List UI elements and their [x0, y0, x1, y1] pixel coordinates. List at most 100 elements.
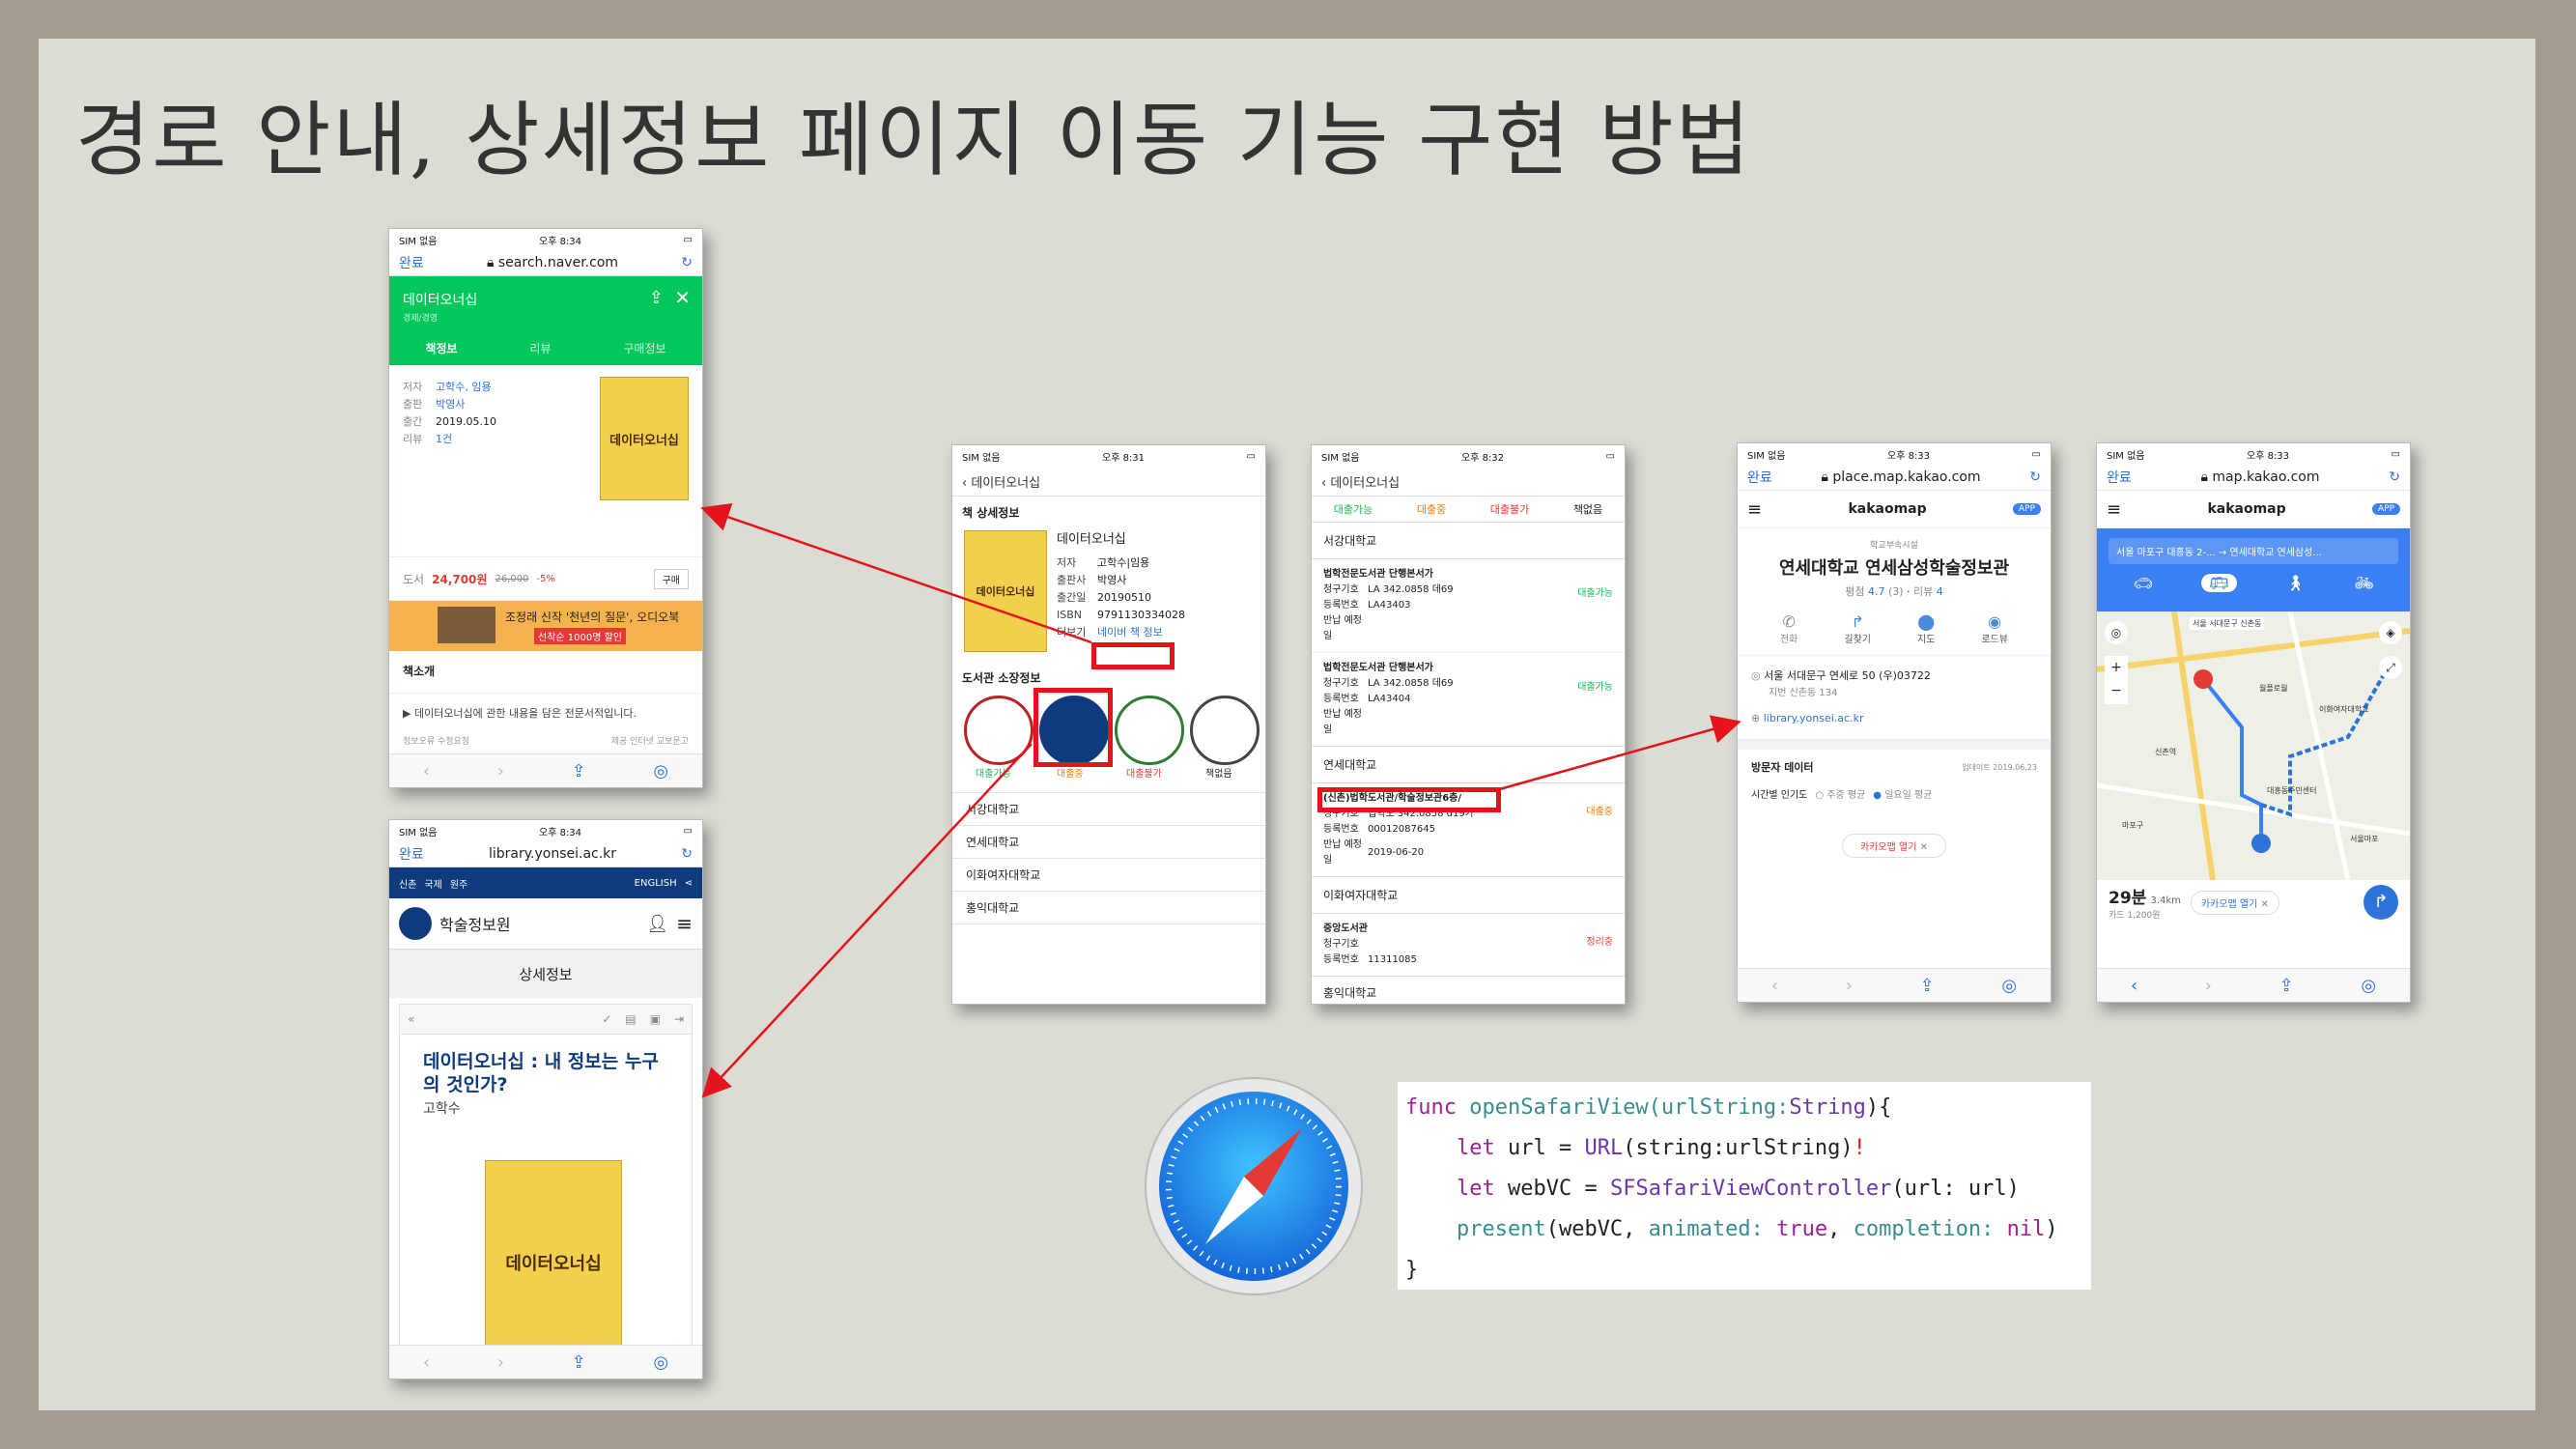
- close-icon[interactable]: ✕: [674, 286, 691, 309]
- url-bar[interactable]: 완료 🔒︎ map.kakao.com ↻: [2097, 465, 2410, 491]
- bus-icon[interactable]: 🚌︎: [2201, 574, 2237, 592]
- brand-name: 학술정보원: [439, 916, 511, 934]
- holding-row[interactable]: (신촌)법학도서관/학술정보관6층/ 청구기호 법학도 342.0858 d19가…: [1312, 783, 1625, 877]
- menu-icon[interactable]: ≡: [2107, 499, 2121, 520]
- report-error-link[interactable]: 정보오류 수정요청: [403, 734, 469, 747]
- route-map[interactable]: 서울 서대문구 신촌동 월플로월 이화여자대학교 신촌역 대흥동주민센터 마포구…: [2097, 611, 2410, 880]
- compass-icon[interactable]: ◎: [653, 1352, 668, 1373]
- call-button[interactable]: ✆ 전화: [1780, 612, 1798, 645]
- app-badge[interactable]: APP: [2012, 503, 2041, 515]
- share-icon[interactable]: ⇪: [572, 1352, 586, 1373]
- done-button[interactable]: 완료: [1747, 468, 1772, 487]
- export-icon[interactable]: ⇥: [674, 1012, 684, 1026]
- directions-button[interactable]: ↱ 길찾기: [1844, 612, 1871, 645]
- url-bar[interactable]: 완료 🔒︎ search.naver.com ↻: [389, 250, 702, 276]
- url-bar[interactable]: 완료 🔒︎ place.map.kakao.com ↻: [1738, 465, 2051, 491]
- user-icon[interactable]: 👤︎: [646, 914, 668, 934]
- campus-sinchon[interactable]: 신촌: [399, 876, 416, 891]
- naver-book-link[interactable]: 네이버 책 정보: [1097, 624, 1163, 641]
- page-title: 경로 안내, 상세정보 페이지 이동 기능 구현 방법: [75, 93, 1752, 187]
- back-button[interactable]: ‹ 데이터오너십: [962, 472, 1040, 491]
- back-icon[interactable]: ‹: [1771, 976, 1778, 996]
- battery-icon: ▭: [2391, 448, 2400, 460]
- back-icon[interactable]: ‹: [423, 761, 430, 781]
- menu-icon[interactable]: ≡: [1747, 499, 1762, 520]
- address: ◎ 서울 서대문구 연세로 50 (우)03722: [1751, 669, 1931, 682]
- reload-icon[interactable]: ↻: [681, 255, 693, 270]
- tab-purchase[interactable]: 구매정보: [623, 340, 665, 356]
- roadview-button[interactable]: ◉ 로드뷰: [1981, 612, 2008, 645]
- share-icon[interactable]: ⇪: [649, 288, 664, 308]
- car-icon[interactable]: 🚗︎: [2133, 574, 2152, 592]
- list-item[interactable]: 연세대학교: [952, 826, 1265, 859]
- campus-wonju[interactable]: 원주: [450, 876, 467, 891]
- forward-icon[interactable]: ›: [1846, 976, 1853, 996]
- reload-icon[interactable]: ↻: [2389, 469, 2400, 485]
- ad-banner[interactable]: 조정래 신작 '천년의 질문', 오디오북 선착순 1000명 할인: [389, 601, 702, 651]
- holding-row[interactable]: 법학전문도서관 단행본서가 청구기호 LA 342.0858 데69 등록번호 LA…: [1312, 653, 1625, 747]
- zoom-control[interactable]: + −: [2105, 656, 2128, 704]
- section-title: 상세정보: [389, 950, 702, 998]
- list-item[interactable]: 이화여자대학교: [952, 859, 1265, 892]
- menu-icon[interactable]: ≡: [676, 912, 693, 935]
- map-label: 서울 서대문구 신촌동: [2190, 617, 2265, 630]
- fullscreen-button[interactable]: ⤢: [2379, 656, 2402, 679]
- reload-icon[interactable]: ↻: [681, 846, 693, 862]
- forward-icon[interactable]: ›: [497, 1352, 504, 1373]
- hongik-seal-icon[interactable]: [1190, 696, 1260, 765]
- compass-icon[interactable]: ◎: [653, 761, 668, 781]
- campus-international[interactable]: 국제: [424, 876, 441, 891]
- done-button[interactable]: 완료: [399, 253, 424, 272]
- univ-header: 이화여자대학교: [1312, 877, 1625, 914]
- layers-button[interactable]: ◈: [2379, 621, 2402, 644]
- back-button[interactable]: ‹ 데이터오너십: [1321, 472, 1400, 491]
- sogang-seal-icon[interactable]: [964, 696, 1033, 765]
- status-bar: SIM 없음 오후 8:31 ▭: [962, 450, 1256, 464]
- bookmark-icon[interactable]: ✓: [602, 1012, 611, 1026]
- open-kakaomap-button[interactable]: 카카오맵 열기 ✕: [2190, 890, 2279, 915]
- share-icon[interactable]: ⋖: [685, 878, 693, 889]
- open-kakaomap-button[interactable]: 카카오맵 열기 ✕: [1842, 834, 1946, 858]
- yonsei-logo-icon: [399, 907, 432, 940]
- map-label: 신촌역: [2155, 748, 2177, 756]
- save-icon[interactable]: ▣: [650, 1012, 661, 1026]
- reload-icon[interactable]: ↻: [2029, 469, 2041, 485]
- tab-book-info[interactable]: 책정보: [425, 340, 457, 356]
- back-icon[interactable]: ‹: [2131, 976, 2137, 996]
- lock-icon: 🔒︎: [486, 255, 495, 270]
- highlight-naver-link: [1091, 642, 1175, 669]
- back-icon[interactable]: ‹: [423, 1352, 430, 1373]
- navigate-button[interactable]: ↱: [2364, 885, 2398, 920]
- forward-icon[interactable]: ›: [497, 761, 504, 781]
- map-button[interactable]: ⬤ 지도: [1917, 612, 1935, 645]
- english-link[interactable]: ENGLISH: [635, 878, 677, 889]
- walk-icon[interactable]: 🚶︎: [2285, 574, 2305, 592]
- status-no-book: 책없음: [1205, 769, 1232, 780]
- list-item[interactable]: 홍익대학교: [952, 892, 1265, 924]
- url-bar[interactable]: 완료 library.yonsei.ac.kr ↻: [389, 841, 702, 867]
- back-icon[interactable]: «: [408, 1012, 414, 1026]
- ewha-seal-icon[interactable]: [1115, 696, 1184, 765]
- done-button[interactable]: 완료: [2107, 468, 2132, 487]
- share-icon[interactable]: ⇪: [1920, 976, 1935, 996]
- holding-row[interactable]: 법학전문도서관 단행본서가 청구기호 LA 342.0858 데69 등록번호 LA…: [1312, 559, 1625, 653]
- locate-button[interactable]: ◎: [2105, 621, 2128, 644]
- print-icon[interactable]: ▤: [625, 1012, 636, 1026]
- tab-reviews[interactable]: 리뷰: [529, 340, 551, 356]
- compass-icon[interactable]: ◎: [2361, 976, 2376, 996]
- share-icon[interactable]: ⇪: [2279, 976, 2294, 996]
- share-icon[interactable]: ⇪: [572, 761, 586, 781]
- compass-icon[interactable]: ◎: [2001, 976, 2017, 996]
- list-item[interactable]: 서강대학교: [952, 793, 1265, 826]
- forward-icon[interactable]: ›: [2205, 976, 2212, 996]
- bike-icon[interactable]: 🚲︎: [2354, 574, 2373, 592]
- price-row: 도서 24,700원 26,000 -5% 구매: [389, 557, 702, 601]
- location-icon: ◎: [1751, 669, 1761, 682]
- univ-header: 서강대학교: [1312, 523, 1625, 559]
- buy-button[interactable]: 구매: [653, 568, 689, 589]
- route-summary[interactable]: 서울 마포구 대흥동 2-... → 연세대학교 연세삼성...: [2109, 538, 2398, 564]
- app-badge[interactable]: APP: [2371, 503, 2400, 515]
- done-button[interactable]: 완료: [399, 844, 424, 864]
- website-link[interactable]: ⊕ library.yonsei.ac.kr: [1751, 710, 2037, 727]
- holding-row[interactable]: 중앙도서관 청구기호 등록번호 11311085 정리중: [1312, 914, 1625, 977]
